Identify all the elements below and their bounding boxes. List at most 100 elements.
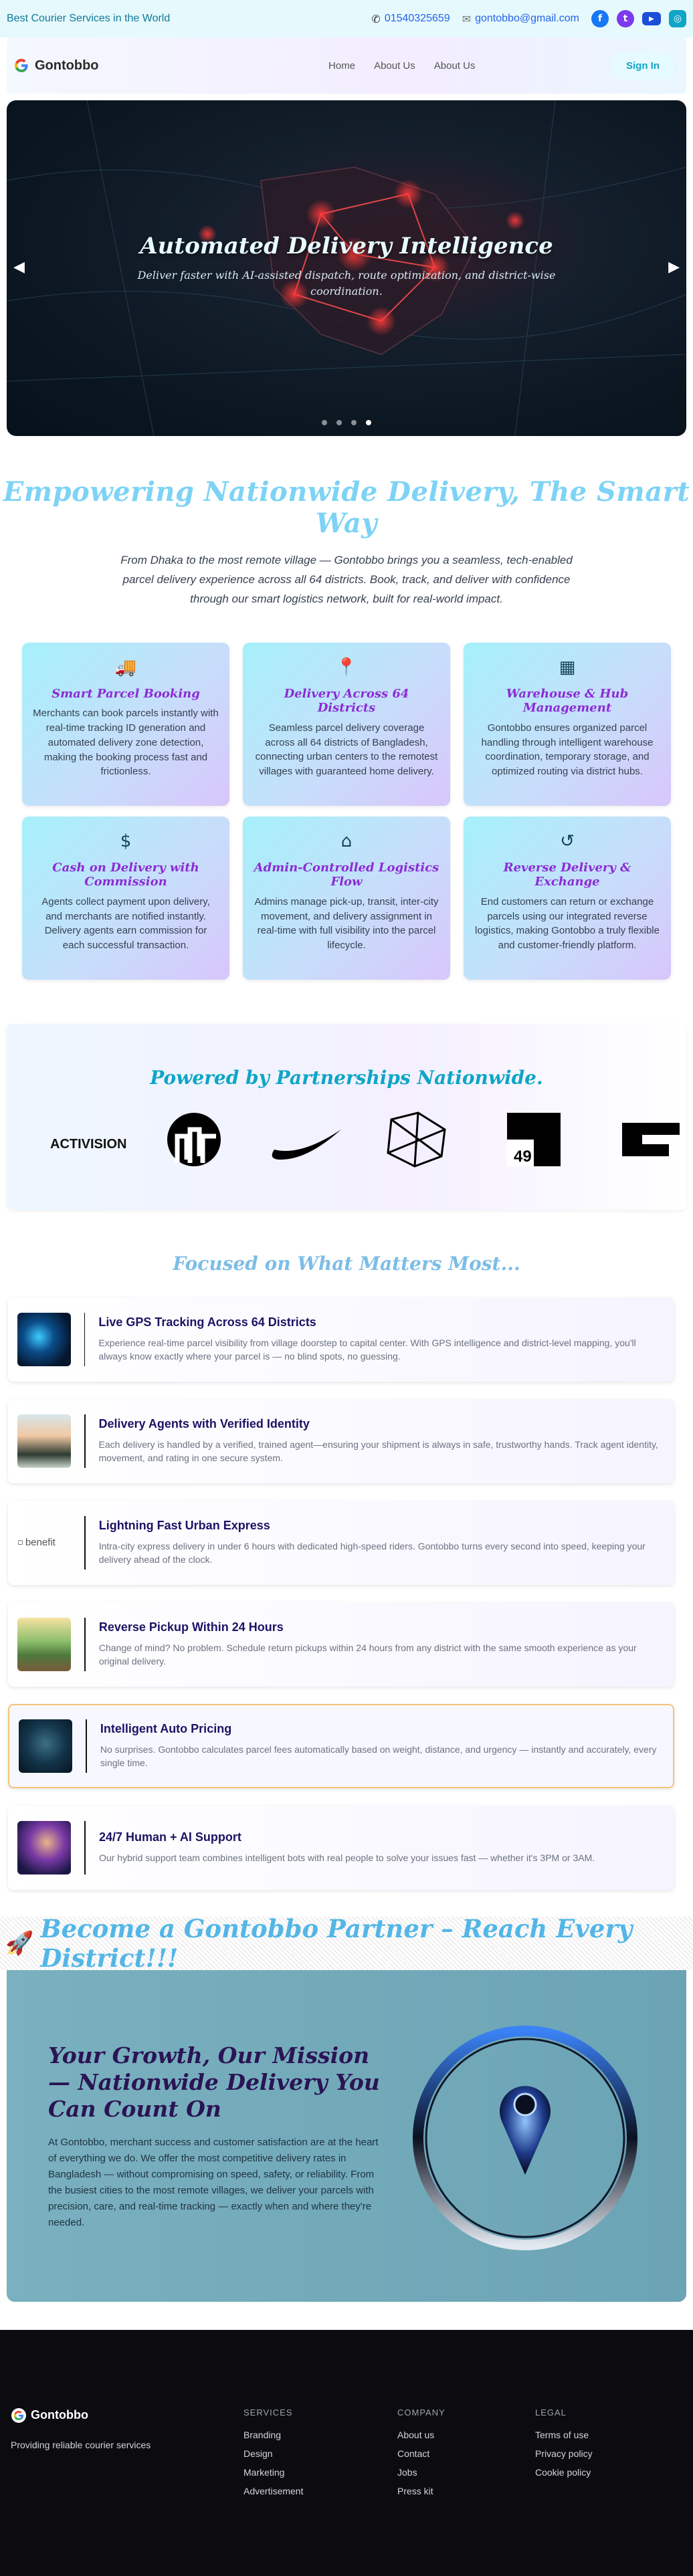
partner-logo bbox=[622, 1122, 680, 1156]
email-address: gontobbo@gmail.com bbox=[475, 13, 579, 24]
broken-image-icon: ▫ benefit bbox=[17, 1537, 56, 1549]
benefit-text: Live GPS Tracking Across 64 Districts Ex… bbox=[98, 1315, 665, 1364]
intro-text: From Dhaka to the most remote village — … bbox=[120, 554, 573, 605]
benefit-desc: Each delivery is handled by a verified, … bbox=[98, 1438, 658, 1464]
benefit-text: Intelligent Auto Pricing No surprises. G… bbox=[100, 1722, 664, 1770]
benefit-desc: Our hybrid support team combines intelli… bbox=[99, 1852, 595, 1864]
map-pin-icon: 📍 bbox=[335, 657, 358, 677]
footer-link[interactable]: Contact bbox=[397, 2448, 446, 2459]
top-bar: Best Courier Services in the World ✆ 015… bbox=[0, 0, 693, 37]
benefit-item: ▫ benefit Lightning Fast Urban Express In… bbox=[8, 1500, 674, 1585]
intro-title: Empowering Nationwide Delivery, The Smar… bbox=[3, 476, 690, 539]
benefit-title: Lightning Fast Urban Express bbox=[98, 1518, 270, 1532]
support-agent-image bbox=[17, 1820, 71, 1874]
partners-section: Powered by Partnerships Nationwide. ACTI… bbox=[7, 1023, 686, 1210]
benefit-item: Intelligent Auto Pricing No surprises. G… bbox=[8, 1703, 674, 1788]
carousel-dot-active[interactable] bbox=[366, 420, 371, 425]
footer-link[interactable]: Terms of use bbox=[535, 2430, 593, 2440]
carousel-dot[interactable] bbox=[322, 420, 327, 425]
partner-logo bbox=[387, 1111, 446, 1168]
divider bbox=[84, 1617, 86, 1671]
carousel-dot[interactable] bbox=[336, 420, 342, 425]
footer-link[interactable]: Privacy policy bbox=[535, 2448, 593, 2459]
top-bar-right: ✆ 01540325659 ✉ gontobbo@gmail.com f t ▶… bbox=[371, 10, 686, 27]
boxes-icon: ▦ bbox=[559, 657, 576, 677]
truck-icon: 🚚 bbox=[114, 657, 137, 677]
brand-name: Gontobbo bbox=[35, 58, 99, 73]
pickup-landscape-image bbox=[17, 1617, 71, 1671]
email-contact[interactable]: ✉ gontobbo@gmail.com bbox=[462, 13, 579, 25]
feature-title: Cash on Delivery with Commission bbox=[52, 860, 199, 889]
broken-image-alt: benefit bbox=[25, 1537, 56, 1549]
footer-link[interactable]: Design bbox=[243, 2448, 303, 2459]
divider bbox=[84, 1515, 86, 1570]
main-navbar: Gontobbo Home About Us About Us Sign In bbox=[7, 37, 686, 94]
footer-link[interactable]: Cookie policy bbox=[535, 2467, 593, 2478]
mail-icon: ✉ bbox=[462, 12, 472, 25]
google-g-icon bbox=[11, 2407, 26, 2423]
footer-column-title: LEGAL bbox=[535, 2407, 567, 2418]
hero-text: Automated Delivery Intelligence Deliver … bbox=[7, 233, 686, 300]
benefit-text: Lightning Fast Urban Express Intra-city … bbox=[99, 1519, 665, 1567]
footer-link[interactable]: Press kit bbox=[397, 2486, 446, 2496]
partners-title: Powered by Partnerships Nationwide. bbox=[150, 1066, 543, 1089]
benefit-desc: Experience real-time parcel visibility f… bbox=[98, 1337, 636, 1362]
footer-tagline: Providing reliable courier services bbox=[11, 2439, 151, 2450]
gps-map-image bbox=[17, 1312, 71, 1366]
divider bbox=[86, 1719, 87, 1773]
benefit-text: Delivery Agents with Verified Identity E… bbox=[99, 1417, 665, 1465]
feature-text: Merchants can book parcels instantly wit… bbox=[33, 708, 219, 778]
partner-cta-header: 🚀 Become a Gontobbo Partner – Reach Ever… bbox=[0, 1913, 693, 1973]
focus-title: Focused on What Matters Most... bbox=[173, 1252, 520, 1275]
phone-icon: ✆ bbox=[371, 12, 381, 25]
brand-logo[interactable]: Gontobbo bbox=[13, 58, 99, 74]
footer-column-company: COMPANY About us Contact Jobs Press kit bbox=[397, 2407, 446, 2504]
divider bbox=[84, 1414, 86, 1468]
feature-text: Admins manage pick-up, transit, inter-ci… bbox=[254, 895, 439, 952]
youtube-icon[interactable]: ▶ bbox=[642, 12, 661, 25]
footer-column-title: COMPANY bbox=[397, 2407, 446, 2418]
partner-cta-heading: Become a Gontobbo Partner – Reach Every … bbox=[40, 1913, 633, 1973]
nike-swoosh-logo bbox=[272, 1129, 341, 1160]
google-g-icon bbox=[14, 59, 28, 73]
feature-grid: 🚚 Smart Parcel Booking Merchants can boo… bbox=[0, 642, 693, 980]
sign-in-button[interactable]: Sign In bbox=[611, 51, 674, 80]
divider bbox=[84, 1820, 86, 1874]
facebook-icon[interactable]: f bbox=[591, 10, 609, 27]
benefit-title: Intelligent Auto Pricing bbox=[100, 1721, 232, 1735]
feature-card: ↺ Reverse Delivery & Exchange End custom… bbox=[464, 816, 671, 980]
benefit-title: Live GPS Tracking Across 64 Districts bbox=[98, 1315, 316, 1329]
benefit-text: Reverse Pickup Within 24 Hours Change of… bbox=[99, 1620, 665, 1669]
footer-link[interactable]: Advertisement bbox=[243, 2486, 303, 2496]
social-links: f t ▶ ◎ bbox=[591, 10, 686, 27]
cta-text: Your Growth, Our Mission — Nationwide De… bbox=[48, 2042, 383, 2232]
nav-link-home[interactable]: Home bbox=[328, 60, 355, 72]
benefit-desc: No surprises. Gontobbo calculates parcel… bbox=[100, 1743, 657, 1769]
footer-column-services: SERVICES Branding Design Marketing Adver… bbox=[243, 2407, 303, 2504]
footer-link[interactable]: Branding bbox=[243, 2430, 303, 2440]
nav-link-about-2[interactable]: About Us bbox=[434, 60, 476, 72]
feature-card: ⌂ Admin-Controlled Logistics Flow Admins… bbox=[243, 816, 450, 980]
benefit-item: Reverse Pickup Within 24 Hours Change of… bbox=[8, 1602, 674, 1687]
footer-link[interactable]: Marketing bbox=[243, 2467, 303, 2478]
site-footer: Gontobbo Providing reliable courier serv… bbox=[0, 2329, 693, 2576]
phone-contact[interactable]: ✆ 01540325659 bbox=[371, 13, 450, 25]
location-pin-ring-image bbox=[413, 2025, 637, 2250]
twitter-icon[interactable]: t bbox=[617, 10, 634, 27]
partner-cta-section: Your Growth, Our Mission — Nationwide De… bbox=[7, 1969, 686, 2302]
instagram-icon[interactable]: ◎ bbox=[669, 10, 686, 27]
footer-link[interactable]: About us bbox=[397, 2430, 446, 2440]
feature-title: Reverse Delivery & Exchange bbox=[503, 860, 631, 889]
rotate-icon: ↺ bbox=[560, 831, 575, 851]
carousel-dot[interactable] bbox=[351, 420, 357, 425]
nav-link-about[interactable]: About Us bbox=[374, 60, 415, 72]
benefit-item: Live GPS Tracking Across 64 Districts Ex… bbox=[8, 1297, 674, 1382]
partner-logo: 49 bbox=[507, 1112, 561, 1166]
footer-brand-name: Gontobbo bbox=[31, 2408, 88, 2422]
partner-logo-marquee: ACTIVISION 49 bbox=[50, 1111, 680, 1168]
partner-logo bbox=[167, 1112, 221, 1166]
footer-link[interactable]: Jobs bbox=[397, 2467, 446, 2478]
footer-column-title: SERVICES bbox=[243, 2407, 293, 2418]
benefit-desc: Change of mind? No problem. Schedule ret… bbox=[98, 1642, 637, 1667]
footer-brand[interactable]: Gontobbo bbox=[11, 2407, 88, 2424]
